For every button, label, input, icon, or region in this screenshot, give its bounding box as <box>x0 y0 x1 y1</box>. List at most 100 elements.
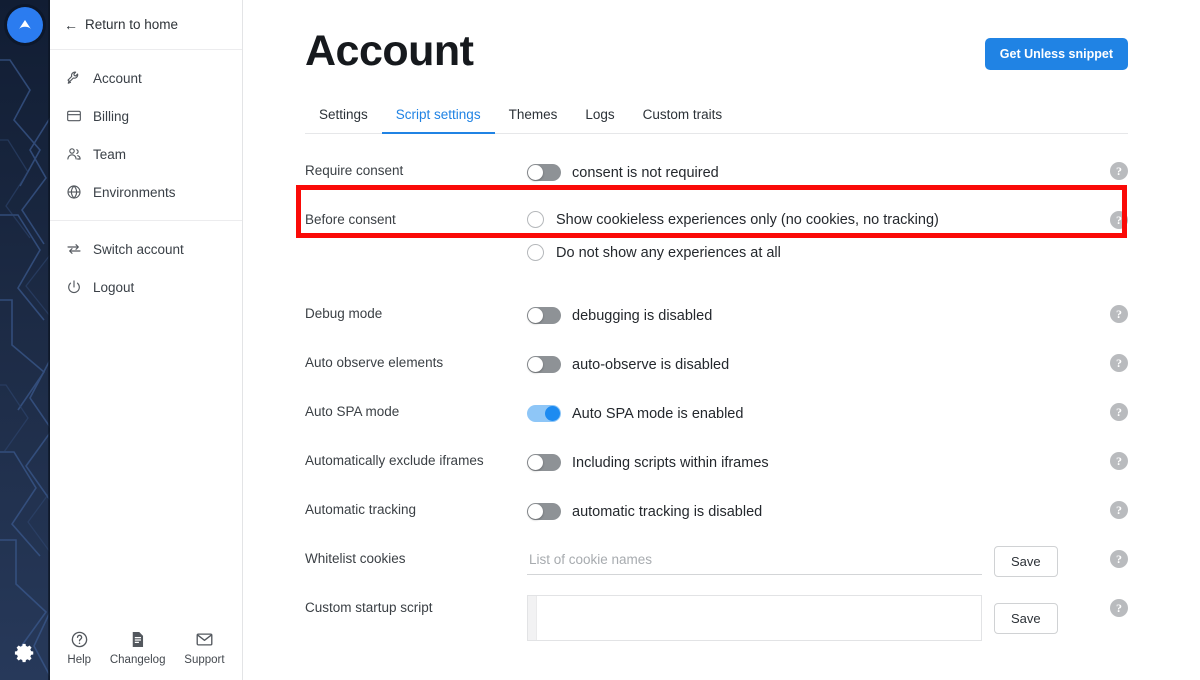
require-consent-toggle[interactable] <box>527 164 561 182</box>
script-settings-list: Require consent consent is not required … <box>305 148 1128 642</box>
tab-custom-traits[interactable]: Custom traits <box>629 99 737 134</box>
power-icon <box>65 279 82 296</box>
editor-gutter <box>528 596 537 641</box>
custom-startup-script-save-button[interactable]: Save <box>994 603 1058 635</box>
whitelist-cookies-help-icon[interactable]: ? <box>1110 550 1128 569</box>
question-circle-icon <box>70 630 89 649</box>
automatic-tracking-toggle[interactable] <box>527 503 561 521</box>
app-window: ← Return to home Account Billing Team En… <box>0 0 1200 680</box>
auto-observe-help-icon[interactable]: ? <box>1110 354 1128 373</box>
automatic-tracking-row: Automatic tracking automatic tracking is… <box>305 487 1128 536</box>
auto-spa-toggle[interactable] <box>527 405 561 423</box>
sidebar-footer: Help Changelog Support <box>50 630 242 666</box>
sidebar-item-environments-label: Environments <box>93 184 176 200</box>
document-icon <box>128 630 147 649</box>
page-header: Account Get Unless snippet <box>305 27 1128 75</box>
custom-startup-script-editor[interactable] <box>527 595 982 642</box>
sidebar-item-team-label: Team <box>93 146 127 162</box>
auto-observe-toggle[interactable] <box>527 356 561 374</box>
exclude-iframes-toggle[interactable] <box>527 454 561 472</box>
sidebar-group-secondary: Switch account Logout <box>50 220 242 315</box>
account-sidebar: ← Return to home Account Billing Team En… <box>50 0 243 680</box>
exclude-iframes-label: Automatically exclude iframes <box>305 453 484 469</box>
before-consent-row: Before consent Show cookieless experienc… <box>305 197 1128 291</box>
auto-observe-label: Auto observe elements <box>305 355 444 371</box>
sidebar-item-switch-account[interactable]: Switch account <box>50 230 242 268</box>
require-consent-label: Require consent <box>305 163 404 179</box>
main-content: Account Get Unless snippet Settings Scri… <box>243 0 1200 680</box>
arrow-left-icon: ← <box>64 16 78 33</box>
exclude-iframes-help-icon[interactable]: ? <box>1110 452 1128 471</box>
automatic-tracking-state-text: automatic tracking is disabled <box>572 503 763 520</box>
radio-icon <box>527 211 544 229</box>
switch-arrows-icon <box>65 241 82 258</box>
tab-bar: Settings Script settings Themes Logs Cus… <box>305 99 1128 135</box>
footer-item-help[interactable]: Help <box>67 630 91 666</box>
debug-mode-toggle[interactable] <box>527 307 561 325</box>
sidebar-item-account[interactable]: Account <box>50 59 242 97</box>
people-icon <box>65 146 82 163</box>
custom-startup-script-row: Custom startup script Save ? <box>305 585 1128 642</box>
custom-startup-script-label: Custom startup script <box>305 600 433 616</box>
before-consent-option-cookieless-label: Show cookieless experiences only (no coo… <box>556 211 939 228</box>
footer-item-support[interactable]: Support <box>184 630 225 666</box>
footer-item-support-label: Support <box>184 654 225 666</box>
tab-settings[interactable]: Settings <box>305 99 382 134</box>
before-consent-help-icon[interactable]: ? <box>1110 211 1128 230</box>
tab-script-settings[interactable]: Script settings <box>381 99 495 135</box>
sidebar-item-logout-label: Logout <box>93 279 135 295</box>
sidebar-header: ← Return to home <box>50 0 242 50</box>
exclude-iframes-state-text: Including scripts within iframes <box>572 454 769 471</box>
require-consent-state-text: consent is not required <box>572 164 719 181</box>
sidebar-item-switch-account-label: Switch account <box>93 241 184 257</box>
auto-spa-row: Auto SPA mode Auto SPA mode is enabled ? <box>305 389 1128 438</box>
return-to-home-label: Return to home <box>85 17 179 32</box>
globe-icon <box>65 184 82 201</box>
whitelist-cookies-label: Whitelist cookies <box>305 551 406 567</box>
unless-logo-icon[interactable] <box>7 7 43 43</box>
rail-hex-pattern <box>0 0 50 680</box>
return-to-home-link[interactable]: ← Return to home <box>64 17 178 32</box>
whitelist-cookies-row: Whitelist cookies Save ? <box>305 536 1128 585</box>
before-consent-option-none[interactable]: Do not show any experiences at all <box>527 244 939 262</box>
auto-spa-state-text: Auto SPA mode is enabled <box>572 405 744 422</box>
debug-mode-label: Debug mode <box>305 306 383 322</box>
custom-startup-script-help-icon[interactable]: ? <box>1110 599 1128 618</box>
credit-card-icon <box>65 108 82 125</box>
gear-icon[interactable] <box>14 642 36 664</box>
before-consent-option-none-label: Do not show any experiences at all <box>556 244 781 261</box>
automatic-tracking-help-icon[interactable]: ? <box>1110 501 1128 520</box>
whitelist-cookies-save-button[interactable]: Save <box>994 546 1058 578</box>
sidebar-group-primary: Account Billing Team Environments <box>50 50 242 220</box>
sidebar-item-logout[interactable]: Logout <box>50 268 242 306</box>
require-consent-row: Require consent consent is not required … <box>305 148 1128 197</box>
sidebar-item-account-label: Account <box>93 70 142 86</box>
footer-item-changelog-label: Changelog <box>109 654 166 666</box>
sidebar-item-billing-label: Billing <box>93 108 130 124</box>
tab-logs[interactable]: Logs <box>571 99 628 134</box>
debug-mode-state-text: debugging is disabled <box>572 307 713 324</box>
sidebar-item-billing[interactable]: Billing <box>50 97 242 135</box>
auto-spa-label: Auto SPA mode <box>305 404 400 420</box>
footer-item-help-label: Help <box>67 654 92 666</box>
require-consent-help-icon[interactable]: ? <box>1110 162 1128 181</box>
footer-item-changelog[interactable]: Changelog <box>109 630 166 666</box>
radio-icon <box>527 244 544 262</box>
exclude-iframes-row: Automatically exclude iframes Including … <box>305 438 1128 487</box>
debug-mode-row: Debug mode debugging is disabled ? <box>305 291 1128 340</box>
before-consent-label: Before consent <box>305 212 396 228</box>
sidebar-item-environments[interactable]: Environments <box>50 173 242 211</box>
auto-spa-help-icon[interactable]: ? <box>1110 403 1128 422</box>
whitelist-cookies-input[interactable] <box>527 548 982 576</box>
automatic-tracking-label: Automatic tracking <box>305 502 417 518</box>
get-unless-snippet-button[interactable]: Get Unless snippet <box>984 38 1128 70</box>
sidebar-item-team[interactable]: Team <box>50 135 242 173</box>
debug-mode-help-icon[interactable]: ? <box>1110 305 1128 324</box>
before-consent-option-cookieless[interactable]: Show cookieless experiences only (no coo… <box>527 211 939 229</box>
app-rail <box>0 0 50 680</box>
page-title: Account <box>305 27 474 75</box>
tab-themes[interactable]: Themes <box>495 99 572 134</box>
auto-observe-state-text: auto-observe is disabled <box>572 356 730 373</box>
auto-observe-row: Auto observe elements auto-observe is di… <box>305 340 1128 389</box>
envelope-icon <box>195 630 214 649</box>
